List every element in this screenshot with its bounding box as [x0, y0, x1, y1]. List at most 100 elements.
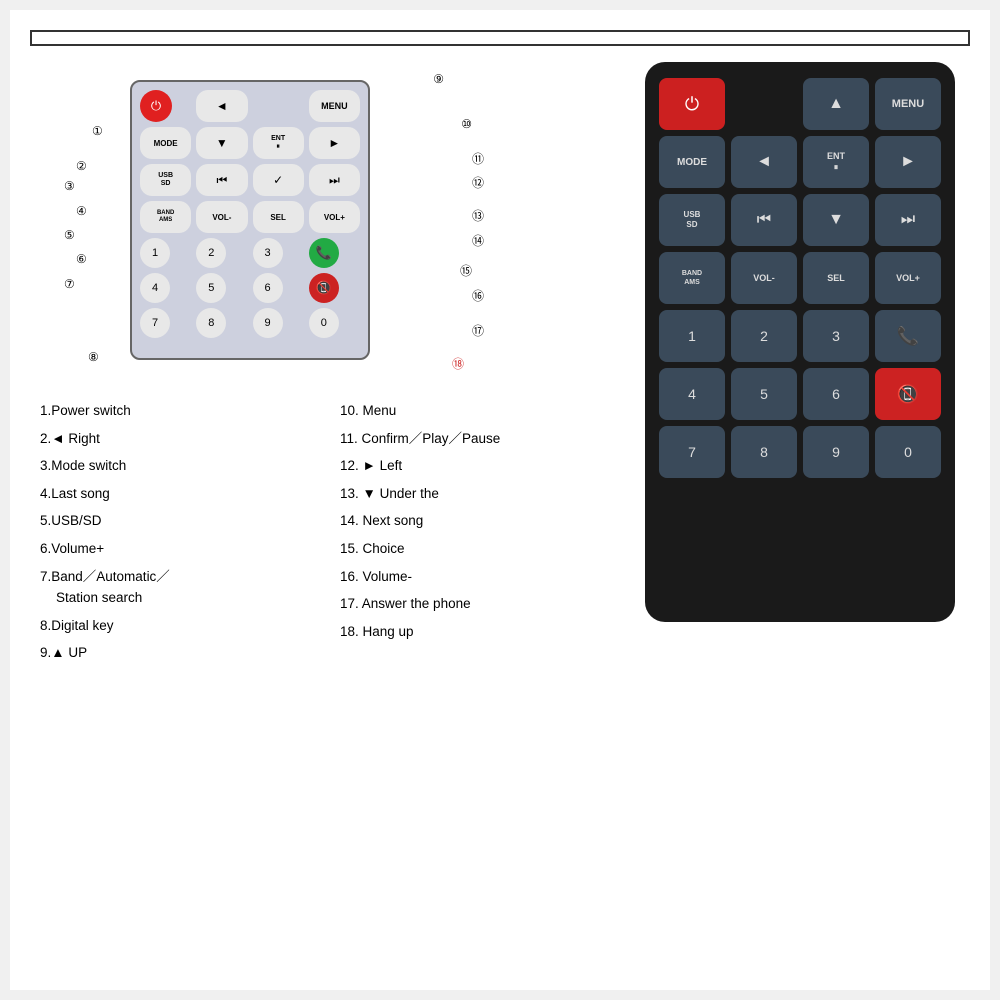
phys-btn-play[interactable]: ► — [875, 136, 941, 188]
btn-mode[interactable]: MODE — [140, 127, 191, 159]
callout-17: ⑰ — [472, 322, 484, 339]
phys-btn-answer[interactable]: 📞 — [875, 310, 941, 362]
phys-btn-prev[interactable]: ⏮ — [731, 194, 797, 246]
callout-2: ② — [76, 159, 87, 173]
page-title — [30, 30, 970, 46]
callout-16: ⑯ — [472, 287, 484, 304]
phys-btn-n0[interactable]: 0 — [875, 426, 941, 478]
phys-btn-usb[interactable]: USBSD — [659, 194, 725, 246]
btn-ent[interactable]: ENT⏸ — [253, 127, 304, 159]
desc-item-r12: 12. ► Left — [340, 455, 610, 477]
phys-btn-n6[interactable]: 6 — [803, 368, 869, 420]
desc-item-r10: 10. Menu — [340, 400, 610, 422]
phys-btn-n7[interactable]: 7 — [659, 426, 725, 478]
description-area: 1.Power switch 2.◄ Right 3.Mode switch 4.La… — [30, 400, 620, 668]
btn-hangup[interactable]: 📵 — [309, 273, 339, 303]
callout-6: ⑥ — [76, 252, 87, 266]
callout-9: ⑨ — [433, 72, 444, 86]
physical-remote: ⏻ ▲ MENU MODE ◄ ENT⏸ ► USBSD ⏮ ▼ ⏭ — [645, 62, 955, 622]
callout-12: ⑫ — [472, 174, 484, 191]
btn-down2[interactable]: ✓ — [253, 164, 304, 196]
desc-col-right: 10. Menu 11. Confirm／Play／Pause 12. ► Left… — [340, 400, 610, 668]
phys-btn-down[interactable]: ▼ — [803, 194, 869, 246]
phys-btn-n8[interactable]: 8 — [731, 426, 797, 478]
diagram-area: ① ② ③ ④ ⑤ ⑥ ⑦ ⑧ ⑨ ⑩ ⑪ ⑫ ⑬ ⑭ ⑮ ⑯ — [30, 62, 490, 382]
callout-15: ⑮ — [460, 262, 472, 279]
btn-1[interactable]: 1 — [140, 238, 170, 268]
desc-item-9: 9.▲ UP — [40, 642, 310, 664]
btn-0[interactable]: 0 — [309, 308, 339, 338]
btn-menu[interactable]: MENU — [309, 90, 360, 122]
callout-11: ⑪ — [472, 150, 484, 167]
phys-btn-band[interactable]: BANDAMS — [659, 252, 725, 304]
desc-item-6: 6.Volume+ — [40, 538, 310, 560]
btn-sel[interactable]: SEL — [253, 201, 304, 233]
phys-btn-mode[interactable]: MODE — [659, 136, 725, 188]
btn-4[interactable]: 4 — [140, 273, 170, 303]
callout-4: ④ — [76, 204, 87, 218]
desc-item-3: 3.Mode switch — [40, 455, 310, 477]
btn-play[interactable]: ► — [309, 127, 360, 159]
btn-9[interactable]: 9 — [253, 308, 283, 338]
btn-prev[interactable]: ⏮ — [196, 164, 247, 196]
desc-col-left: 1.Power switch 2.◄ Right 3.Mode switch 4.La… — [40, 400, 310, 668]
callout-10: ⑩ — [461, 117, 472, 131]
btn-band[interactable]: BANDAMS — [140, 201, 191, 233]
btn-3[interactable]: 3 — [253, 238, 283, 268]
phys-btn-n5[interactable]: 5 — [731, 368, 797, 420]
phys-btn-n4[interactable]: 4 — [659, 368, 725, 420]
desc-item-r15: 15. Choice — [340, 538, 610, 560]
btn-power[interactable]: ⏻ — [140, 90, 172, 122]
phys-btn-n9[interactable]: 9 — [803, 426, 869, 478]
btn-left-arrow[interactable]: ◄ — [196, 90, 247, 122]
phys-btn-n3[interactable]: 3 — [803, 310, 869, 362]
phys-btn-next[interactable]: ⏭ — [875, 194, 941, 246]
left-section: ① ② ③ ④ ⑤ ⑥ ⑦ ⑧ ⑨ ⑩ ⑪ ⑫ ⑬ ⑭ ⑮ ⑯ — [30, 62, 620, 970]
phys-btn-left-arrow[interactable]: ◄ — [731, 136, 797, 188]
desc-item-2: 2.◄ Right — [40, 428, 310, 450]
btn-8[interactable]: 8 — [196, 308, 226, 338]
desc-item-r13: 13. ▼ Under the — [340, 483, 610, 505]
callout-14: ⑭ — [472, 232, 484, 249]
phys-btn-hangup[interactable]: 📵 — [875, 368, 941, 420]
phys-btn-vol-plus[interactable]: VOL+ — [875, 252, 941, 304]
desc-item-r11: 11. Confirm／Play／Pause — [340, 428, 610, 450]
btn-vol-minus[interactable]: VOL- — [196, 201, 247, 233]
btn-answer[interactable]: 📞 — [309, 238, 339, 268]
phys-btn-power[interactable]: ⏻ — [659, 78, 725, 130]
page: ① ② ③ ④ ⑤ ⑥ ⑦ ⑧ ⑨ ⑩ ⑪ ⑫ ⑬ ⑭ ⑮ ⑯ — [10, 10, 990, 990]
desc-item-1: 1.Power switch — [40, 400, 310, 422]
btn-2[interactable]: 2 — [196, 238, 226, 268]
phys-btn-up[interactable]: ▲ — [803, 78, 869, 130]
btn-7[interactable]: 7 — [140, 308, 170, 338]
desc-item-r18: 18. Hang up — [340, 621, 610, 643]
phys-btn-n2[interactable]: 2 — [731, 310, 797, 362]
desc-item-r17: 17. Answer the phone — [340, 593, 610, 615]
callout-1: ① — [92, 124, 103, 138]
btn-usb[interactable]: USBSD — [140, 164, 191, 196]
callout-5: ⑤ — [64, 228, 75, 242]
desc-item-r14: 14. Next song — [340, 510, 610, 532]
phys-btn-vol-minus[interactable]: VOL- — [731, 252, 797, 304]
content-area: ① ② ③ ④ ⑤ ⑥ ⑦ ⑧ ⑨ ⑩ ⑪ ⑫ ⑬ ⑭ ⑮ ⑯ — [30, 62, 970, 970]
btn-5[interactable]: 5 — [196, 273, 226, 303]
btn-6[interactable]: 6 — [253, 273, 283, 303]
callout-7: ⑦ — [64, 277, 75, 291]
btn-down-small[interactable]: ▼ — [196, 127, 247, 159]
desc-item-8: 8.Digital key — [40, 615, 310, 637]
callout-3: ③ — [64, 179, 75, 193]
desc-item-5: 5.USB/SD — [40, 510, 310, 532]
right-section: ⏻ ▲ MENU MODE ◄ ENT⏸ ► USBSD ⏮ ▼ ⏭ — [630, 62, 970, 970]
phys-btn-sel[interactable]: SEL — [803, 252, 869, 304]
phys-btn-menu[interactable]: MENU — [875, 78, 941, 130]
btn-next[interactable]: ⏭ — [309, 164, 360, 196]
phys-btn-ent[interactable]: ENT⏸ — [803, 136, 869, 188]
callout-8: ⑧ — [88, 350, 99, 364]
desc-item-7: 7.Band／Automatic／Station search — [40, 566, 310, 609]
phys-btn-n1[interactable]: 1 — [659, 310, 725, 362]
callout-13: ⑬ — [472, 207, 484, 224]
callout-18: ⑱ — [452, 355, 464, 372]
desc-item-r16: 16. Volume- — [340, 566, 610, 588]
desc-item-4: 4.Last song — [40, 483, 310, 505]
btn-vol-plus[interactable]: VOL+ — [309, 201, 360, 233]
